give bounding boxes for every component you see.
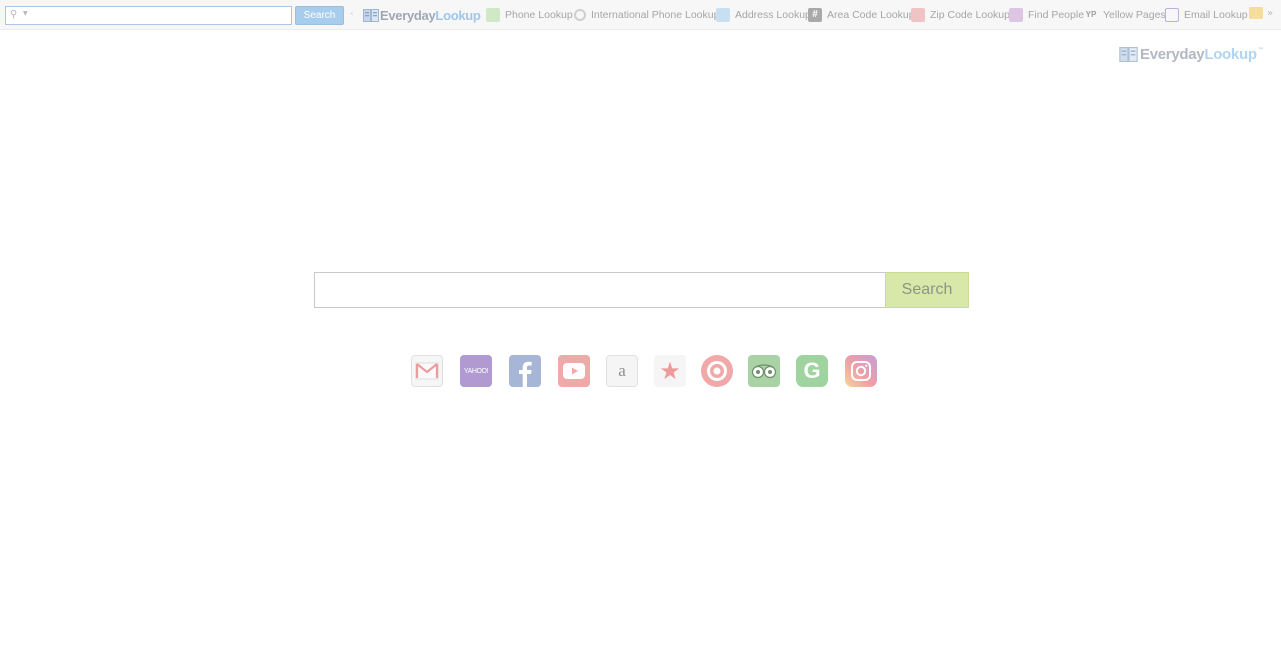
- phone-icon: [486, 8, 500, 22]
- facebook-icon: [519, 361, 532, 387]
- toolbar-link-address-lookup[interactable]: Address Lookup: [716, 7, 811, 23]
- toolbar-search-button[interactable]: Search: [295, 6, 344, 25]
- grammarly-icon: G: [803, 358, 821, 383]
- target-icon: [707, 361, 727, 381]
- house-icon: [716, 8, 730, 22]
- toolbar-link-international-phone-lookup[interactable]: International Phone Lookup: [574, 7, 719, 23]
- star-icon: ★: [659, 357, 681, 385]
- email-icon: [1165, 8, 1179, 22]
- toolbar-logo[interactable]: Everyday Lookup: [363, 7, 481, 23]
- zip-icon: [911, 8, 925, 22]
- search-icon[interactable]: ⚲: [10, 9, 17, 20]
- youtube-icon: [563, 363, 585, 379]
- toolbar-logo-text-2: Lookup: [435, 7, 481, 23]
- amazon-icon: a: [618, 361, 626, 380]
- toolbar-link-label: International Phone Lookup: [591, 9, 720, 21]
- toolbar-link-label: Email Lookup: [1184, 9, 1248, 21]
- quick-link-tripadvisor[interactable]: [748, 355, 780, 387]
- toolbar-link-label: Phone Lookup: [505, 9, 573, 21]
- toolbar-link-label: Address Lookup: [735, 9, 811, 21]
- toolbar-link-zip-code-lookup[interactable]: Zip Code Lookup: [911, 7, 1010, 23]
- toolbar-link-phone-lookup[interactable]: Phone Lookup: [486, 7, 573, 23]
- gmail-icon: [415, 362, 439, 380]
- toolbar-link-find-people[interactable]: Find People: [1009, 7, 1084, 23]
- yahoo-icon: YAHOO!: [463, 367, 489, 375]
- hash-icon: #: [808, 8, 822, 22]
- more-chevron-icon[interactable]: »: [1267, 8, 1273, 19]
- quick-link-gmail[interactable]: [411, 355, 443, 387]
- quick-link-facebook[interactable]: [509, 355, 541, 387]
- main-search-input[interactable]: [315, 273, 886, 307]
- toolbar-logo-text-1: Everyday: [380, 7, 436, 23]
- toolbar-link-label: Zip Code Lookup: [930, 9, 1010, 21]
- main-logo-text-1: Everyday: [1140, 45, 1205, 63]
- toolbar-separator: ‹: [350, 9, 354, 19]
- quick-link-yahoo[interactable]: YAHOO!: [460, 355, 492, 387]
- tripadvisor-icon: [751, 364, 777, 379]
- instagram-icon: [851, 361, 871, 381]
- main-search-box[interactable]: [314, 272, 886, 308]
- book-icon: [363, 8, 379, 22]
- toolbar-link-email-lookup[interactable]: Email Lookup: [1165, 7, 1248, 23]
- quick-link-favorites[interactable]: ★: [654, 355, 686, 387]
- quick-link-youtube[interactable]: [558, 355, 590, 387]
- quick-link-amazon[interactable]: a: [606, 355, 638, 387]
- toolbar-link-label: Area Code Lookup: [827, 9, 915, 21]
- toolbar-search-input[interactable]: [32, 7, 290, 24]
- toolbar-search-box[interactable]: ⚲ ▼: [5, 6, 292, 25]
- toolbar-link-label: Yellow Pages: [1103, 9, 1166, 21]
- notes-icon[interactable]: [1249, 7, 1263, 19]
- main-logo[interactable]: Everyday Lookup ™: [1119, 45, 1264, 63]
- chevron-down-icon[interactable]: ▼: [23, 10, 28, 17]
- quick-link-grammarly[interactable]: G: [796, 355, 828, 387]
- people-icon: [1009, 8, 1023, 22]
- yp-icon: YP: [1085, 10, 1097, 19]
- toolbar-link-yellow-pages[interactable]: YP Yellow Pages: [1084, 7, 1166, 23]
- toolbar-link-area-code-lookup[interactable]: # Area Code Lookup: [808, 7, 915, 23]
- main-logo-text-2: Lookup: [1204, 45, 1257, 63]
- quick-link-target[interactable]: [701, 355, 733, 387]
- quick-link-instagram[interactable]: [845, 355, 877, 387]
- main-search-button[interactable]: Search: [885, 272, 969, 308]
- globe-icon: [574, 9, 586, 21]
- toolbar-link-label: Find People: [1028, 9, 1085, 21]
- book-icon: [1119, 46, 1138, 62]
- browser-toolbar: ⚲ ▼ Search ‹ Everyday Lookup Phone Looku…: [0, 0, 1281, 30]
- trademark: ™: [1257, 47, 1264, 54]
